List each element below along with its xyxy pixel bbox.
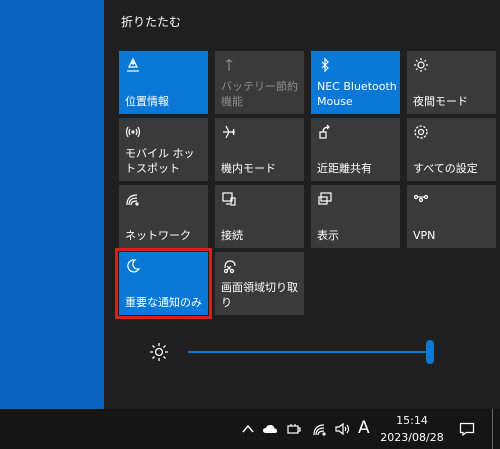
location-icon	[125, 57, 141, 73]
tile-label: 近距離共有	[317, 162, 372, 175]
ime-mode-indicator[interactable]: A	[358, 418, 370, 438]
nearby-share-icon	[317, 124, 333, 140]
tile-focus-assist[interactable]: 重要な通知のみ	[115, 248, 212, 319]
tile-label: 表示	[317, 229, 339, 242]
focus-assist-moon-icon	[125, 258, 141, 274]
tile-label: バッテリー節約機能	[221, 80, 298, 108]
bluetooth-icon	[317, 57, 333, 73]
tile-label: 夜間モード	[413, 95, 468, 108]
tile-bluetooth[interactable]: NEC Bluetooth Mouse	[311, 51, 400, 114]
night-light-icon	[413, 57, 429, 73]
tile-mobile-hotspot[interactable]: モバイル ホットスポット	[119, 118, 208, 181]
tile-network[interactable]: ネットワーク	[119, 185, 208, 248]
taskbar-clock[interactable]: 15:14 2023/08/28	[380, 412, 444, 446]
tile-location[interactable]: 位置情報	[119, 51, 208, 114]
network-icon	[125, 191, 141, 207]
tile-label: 画面領域切り取り	[221, 281, 298, 309]
onedrive-cloud-icon[interactable]	[262, 421, 278, 437]
tile-screen-snip[interactable]: 画面領域切り取り	[215, 252, 304, 315]
tile-project[interactable]: 表示	[311, 185, 400, 248]
tile-nearby-share[interactable]: 近距離共有	[311, 118, 400, 181]
desktop-background[interactable]	[0, 0, 104, 409]
notification-icon	[459, 421, 475, 437]
tile-label: 位置情報	[125, 95, 169, 108]
quick-actions-grid: 位置情報 バッテリー節約機能 NEC Bluetooth Mouse 夜間モード	[115, 51, 499, 331]
clock-date: 2023/08/28	[380, 431, 444, 444]
tile-label: モバイル ホットスポット	[125, 147, 195, 175]
tile-all-settings[interactable]: すべての設定	[407, 118, 496, 181]
airplane-icon	[221, 124, 237, 140]
snip-icon	[221, 258, 237, 274]
action-center-button[interactable]	[452, 409, 482, 449]
settings-gear-icon	[413, 124, 429, 140]
show-desktop-strip[interactable]	[492, 409, 493, 449]
tile-label: すべての設定	[413, 162, 478, 175]
tile-battery-saver[interactable]: バッテリー節約機能	[215, 51, 304, 114]
tile-label: 機内モード	[221, 162, 276, 175]
tile-night-light[interactable]: 夜間モード	[407, 51, 496, 114]
power-plug-icon[interactable]	[286, 421, 302, 437]
tile-vpn[interactable]: VPN	[407, 185, 496, 248]
tile-connect[interactable]: 接続	[215, 185, 304, 248]
tile-label: VPN	[413, 229, 436, 242]
tile-label: NEC Bluetooth Mouse	[317, 80, 397, 108]
tile-airplane-mode[interactable]: 機内モード	[215, 118, 304, 181]
taskbar: A 15:14 2023/08/28	[0, 409, 500, 449]
brightness-slider-track[interactable]	[188, 351, 434, 353]
speaker-icon[interactable]	[334, 421, 350, 437]
battery-saver-icon	[221, 57, 237, 73]
brightness-control	[149, 340, 449, 364]
tile-label: ネットワーク	[125, 229, 191, 242]
project-icon	[317, 191, 333, 207]
wifi-icon[interactable]	[312, 421, 328, 437]
mobile-hotspot-icon	[125, 124, 141, 140]
vpn-icon	[413, 191, 429, 207]
tile-label: 重要な通知のみ	[125, 296, 202, 309]
chevron-up-icon[interactable]	[240, 421, 256, 437]
clock-time: 15:14	[396, 414, 428, 427]
action-center-panel: 折りたたむ 位置情報 バッテリー節約機能 NEC Bluetooth Mouse…	[104, 0, 500, 409]
tile-label: 接続	[221, 229, 243, 242]
brightness-sun-icon	[149, 342, 169, 362]
brightness-slider-thumb[interactable]	[426, 340, 434, 364]
screen: 折りたたむ 位置情報 バッテリー節約機能 NEC Bluetooth Mouse…	[0, 0, 500, 449]
connect-icon	[221, 191, 237, 207]
collapse-link[interactable]: 折りたたむ	[121, 13, 181, 30]
